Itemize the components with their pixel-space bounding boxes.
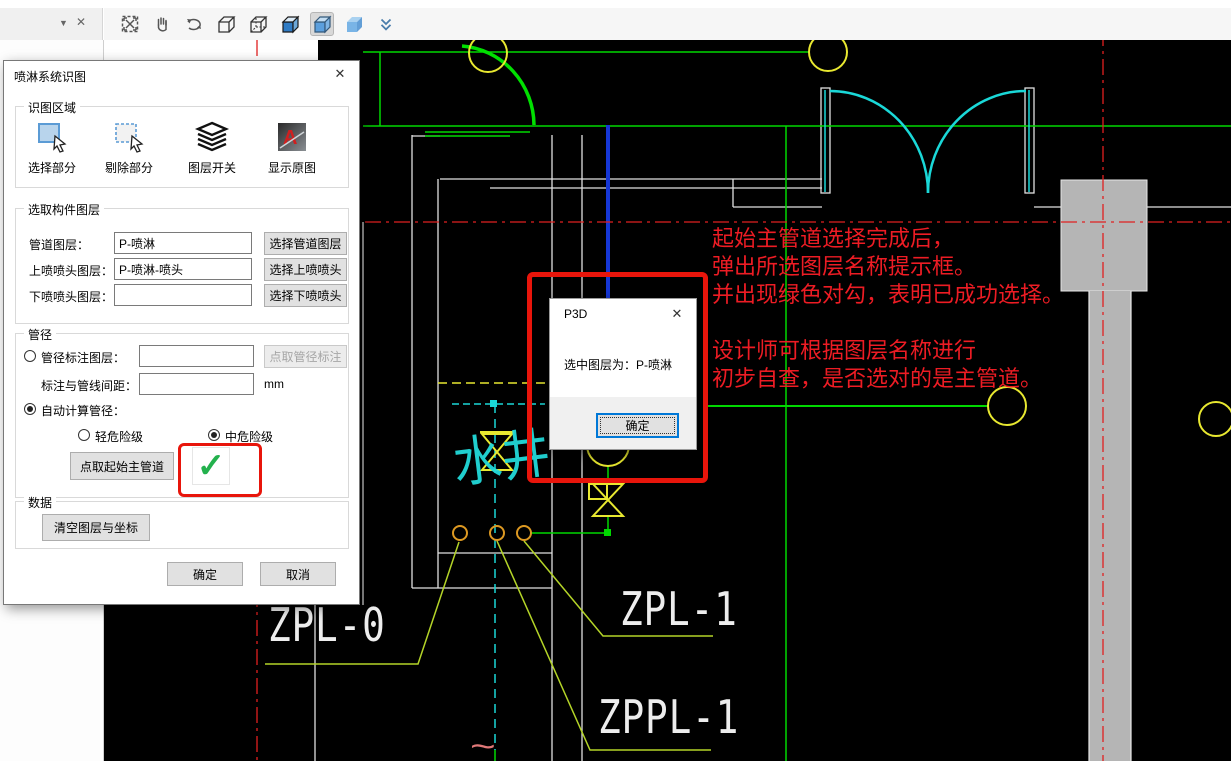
annotation-line-5: 初步自查，是否选对的是主管道。 — [712, 366, 1043, 391]
remove-part-icon — [99, 115, 159, 159]
pipe-diameter-caption: 管径 — [24, 326, 57, 343]
dialog-cancel-button[interactable]: 取消 — [260, 562, 336, 586]
component-layers-caption: 选取构件图层 — [24, 201, 105, 218]
pick-main-pipe-button[interactable]: 点取起始主管道 — [70, 452, 174, 480]
data-caption: 数据 — [24, 494, 57, 511]
dialog-close-icon[interactable]: ✕ — [327, 64, 353, 84]
layers-icon — [182, 115, 242, 159]
annotation-layer-label: 管径标注图层： — [41, 351, 126, 365]
autocad-logo-icon: A — [262, 115, 322, 159]
upper-head-layer-label: 上喷喷头图层： — [29, 264, 114, 278]
recognition-area-caption: 识图区域 — [24, 99, 81, 116]
pipe-layer-input[interactable] — [114, 232, 252, 254]
expand-more-icon[interactable] — [374, 12, 398, 36]
select-lower-head-button[interactable]: 选择下喷喷头 — [264, 284, 347, 307]
remove-part-button[interactable]: 剔除部分 — [99, 115, 159, 183]
auto-calc-radio[interactable] — [24, 403, 36, 415]
dropdown-icon[interactable]: ▼ — [59, 18, 76, 28]
auto-calc-label: 自动计算管径： — [41, 404, 126, 418]
annotation-layer-radio[interactable] — [24, 350, 36, 362]
spacing-input[interactable] — [139, 373, 254, 395]
lower-head-layer-label: 下喷喷头图层： — [29, 290, 114, 304]
spacing-label: 标注与管线间距： — [41, 379, 138, 393]
cad-label-zppl1: ZPPL-1 — [598, 690, 740, 744]
annotation-layer-input[interactable] — [139, 345, 254, 367]
select-upper-head-button[interactable]: 选择上喷喷头 — [264, 258, 347, 281]
pipe-layer-label: 管道图层： — [29, 238, 90, 252]
orbit-icon[interactable] — [182, 12, 206, 36]
recognition-area-group: 识图区域 选择部分 剔除部分 图层开关 A 显示原图 — [15, 99, 349, 188]
light-risk-radio[interactable] — [78, 429, 90, 441]
cyan-node — [490, 400, 497, 407]
spacing-unit: mm — [264, 377, 284, 391]
hidden-line-cube-icon[interactable] — [246, 12, 270, 36]
annotation-line-4: 设计师可根据图层名称进行 — [712, 338, 977, 363]
clear-layers-button[interactable]: 清空图层与坐标 — [42, 514, 150, 541]
shaded-edges-cube-icon[interactable] — [278, 12, 302, 36]
layer-switch-button[interactable]: 图层开关 — [182, 115, 242, 183]
solid-cube-icon[interactable] — [342, 12, 366, 36]
shaded-cube-active-icon[interactable] — [310, 12, 334, 36]
annotation-line-2: 弹出所选图层名称提示框。 — [712, 254, 977, 279]
show-original-button[interactable]: A 显示原图 — [262, 115, 322, 183]
highlight-box-check — [178, 443, 262, 497]
wireframe-cube-icon[interactable] — [214, 12, 238, 36]
light-risk-label: 轻危险级 — [95, 430, 144, 444]
component-layers-group: 选取构件图层 管道图层： 选择管道图层 上喷喷头图层： 选择上喷喷头 下喷喷头图… — [15, 201, 349, 324]
select-pipe-layer-button[interactable]: 选择管道图层 — [264, 232, 347, 255]
select-part-button[interactable]: 选择部分 — [22, 115, 82, 183]
pan-hand-icon[interactable] — [150, 12, 174, 36]
view-toolbar — [104, 8, 1231, 40]
sprinkler-recognition-dialog: 喷淋系统识图 ✕ 识图区域 选择部分 剔除部分 图层开关 A 显示原图 选取构件… — [3, 60, 360, 605]
select-part-icon — [22, 115, 82, 159]
pipe-endpoint — [604, 529, 611, 536]
zoom-extents-icon[interactable] — [118, 12, 142, 36]
dialog-title: 喷淋系统识图 — [14, 70, 87, 84]
tab-close-icon[interactable]: ✕ — [76, 15, 94, 29]
medium-risk-radio[interactable] — [208, 429, 220, 441]
annotation-line-3: 并出现绿色对勾，表明已成功选择。 — [712, 282, 1065, 307]
dialog-ok-button[interactable]: 确定 — [167, 562, 243, 586]
annotation-line-1: 起始主管道选择完成后， — [712, 226, 955, 251]
pipe-break-symbol: ~ — [470, 728, 496, 765]
upper-head-layer-input[interactable] — [114, 258, 252, 280]
pick-annotation-button: 点取管径标注 — [264, 345, 347, 368]
data-group: 数据 清空图层与坐标 — [15, 494, 349, 549]
highlight-box-message — [527, 272, 708, 483]
cad-label-zpl0: ZPL-0 — [268, 598, 386, 652]
left-tab-strip: ▼✕ — [0, 8, 103, 40]
lower-head-layer-input[interactable] — [114, 284, 252, 306]
cad-label-zpl1: ZPL-1 — [620, 582, 738, 636]
